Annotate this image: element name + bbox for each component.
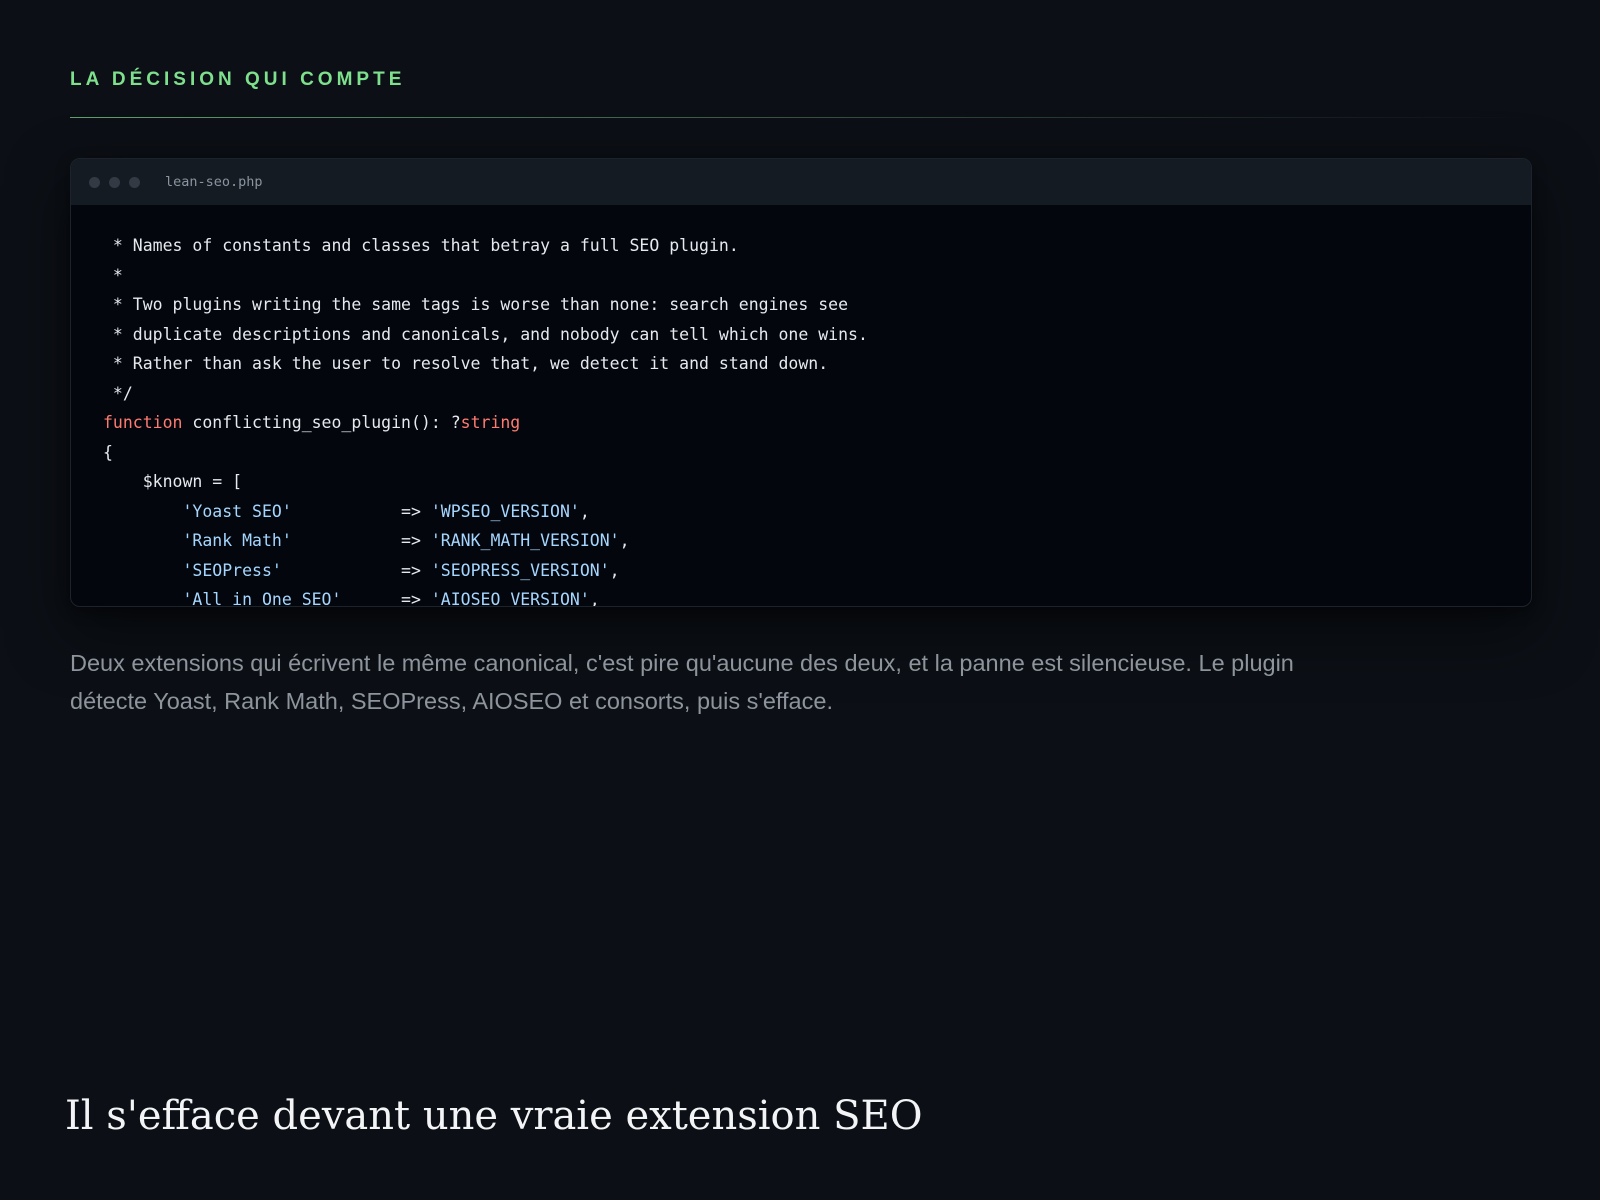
code-line: * Rather than ask the user to resolve th… (103, 349, 1531, 379)
code-text: { (103, 442, 113, 462)
code-text: * duplicate descriptions and canonicals,… (103, 324, 868, 344)
code-line: * (103, 261, 1531, 291)
code-text: , (579, 501, 590, 521)
code-line: 'Rank Math' => 'RANK_MATH_VERSION', (103, 526, 1531, 556)
code-window-titlebar: lean-seo.php (71, 159, 1531, 205)
code-text: * Two plugins writing the same tags is w… (103, 295, 849, 314)
section-eyebrow: LA DÉCISION QUI COMPTE (70, 69, 406, 90)
code-text: * Names of constants and classes that be… (103, 236, 739, 255)
code-line: function conflicting_seo_plugin(): ?stri… (103, 408, 1531, 438)
code-line: * Two plugins writing the same tags is w… (103, 290, 1531, 320)
code-line: 'SEOPress' => 'SEOPRESS_VERSION', (103, 556, 1531, 586)
code-filename: lean-seo.php (165, 174, 263, 190)
code-text: , (619, 531, 630, 550)
code-string: 'Yoast SEO' (182, 501, 292, 521)
code-string: 'All in One SEO' (182, 590, 342, 607)
code-text: => (291, 531, 431, 550)
code-text: */ (103, 383, 133, 403)
code-line: $known = [ (103, 467, 1531, 497)
code-string: 'SEOPRESS_VERSION' (430, 560, 610, 580)
code-window: lean-seo.php * Names of constants and cl… (70, 158, 1532, 607)
code-line: * duplicate descriptions and canonicals,… (103, 320, 1531, 350)
code-string: 'AIOSEO_VERSION' (430, 590, 590, 607)
section-description: Deux extensions qui écrivent le même can… (70, 650, 1294, 714)
code-text: , (609, 560, 620, 580)
code-string: 'WPSEO_VERSION' (430, 501, 580, 521)
code-string: 'Rank Math' (182, 531, 292, 550)
code-string: 'RANK_MATH_VERSION' (430, 531, 620, 550)
code-text: => (341, 590, 431, 607)
section-divider (70, 117, 1530, 118)
code-keyword: string (460, 413, 521, 432)
code-text: => (281, 560, 431, 580)
code-text: * (103, 265, 123, 285)
section-heading: Il s'efface devant une vraie extension S… (65, 1093, 923, 1139)
code-string: 'SEOPress' (182, 560, 282, 580)
code-text: * Rather than ask the user to resolve th… (103, 354, 829, 373)
code-line: */ (103, 379, 1531, 409)
code-line: 'All in One SEO' => 'AIOSEO_VERSION', (103, 585, 1531, 607)
code-keyword: function (103, 413, 183, 432)
code-line: { (103, 438, 1531, 468)
code-block[interactable]: * Names of constants and classes that be… (71, 205, 1531, 607)
code-text: conflicting_seo_plugin(): ? (182, 413, 461, 432)
code-line: 'Yoast SEO' => 'WPSEO_VERSION', (103, 497, 1531, 527)
code-text: $known = [ (103, 472, 243, 491)
code-line: * Names of constants and classes that be… (103, 231, 1531, 261)
code-text: => (291, 501, 431, 521)
window-dot-icon (129, 176, 140, 188)
code-text: , (589, 590, 600, 607)
window-dot-icon (89, 176, 100, 188)
window-dot-icon (109, 176, 120, 188)
